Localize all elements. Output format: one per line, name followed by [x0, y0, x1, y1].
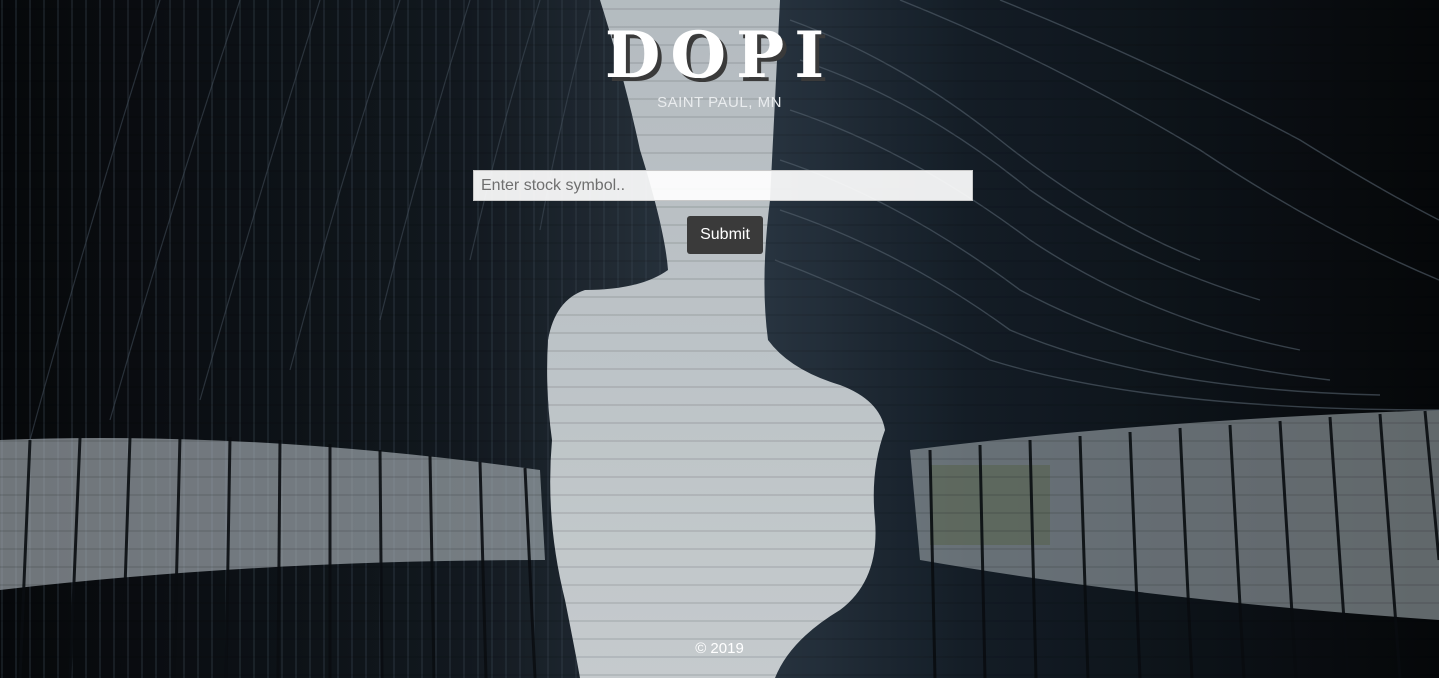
footer-copyright: © 2019: [695, 640, 744, 657]
brand-header: DOPI SAINT PAUL, MN: [0, 18, 1439, 112]
location-subtitle: SAINT PAUL, MN: [657, 94, 782, 111]
stock-symbol-input[interactable]: [473, 170, 973, 201]
site-logo: DOPI: [604, 18, 835, 93]
submit-button[interactable]: Submit: [687, 216, 763, 254]
